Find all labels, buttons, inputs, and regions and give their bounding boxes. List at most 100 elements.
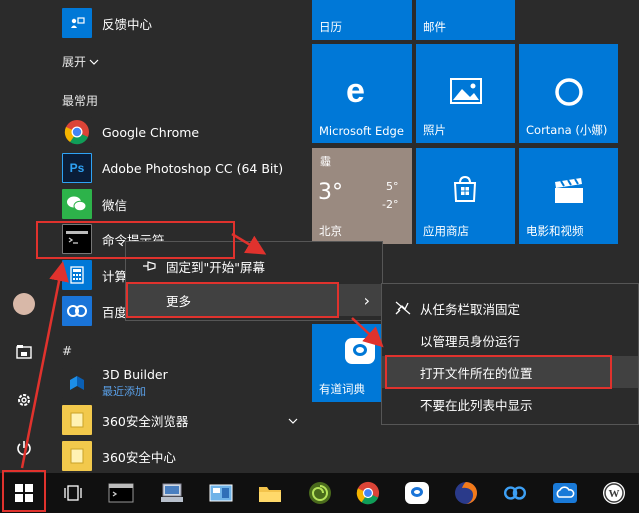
list-item-chrome[interactable]: Google Chrome: [62, 115, 302, 149]
app-label: 百度: [102, 304, 128, 320]
tile-label: 电影和视频: [526, 224, 584, 238]
app-label-wrap: 3D Builder 最近添加: [102, 367, 168, 399]
tile-edge[interactable]: e Microsoft Edge: [312, 44, 412, 143]
power-button[interactable]: [6, 432, 42, 464]
list-item-360-browser[interactable]: 360安全浏览器: [62, 403, 302, 437]
feedback-icon: [62, 8, 92, 38]
folder-icon: [62, 405, 92, 435]
wechat-icon: [62, 189, 92, 219]
list-item-wechat[interactable]: 微信: [62, 187, 302, 221]
tile-photos[interactable]: 照片: [416, 44, 515, 143]
highlight-box-more: [126, 282, 339, 318]
wordpress-icon: W: [603, 482, 625, 504]
app-label: 360安全中心: [102, 449, 176, 465]
folder-icon: [259, 487, 281, 502]
settings-button[interactable]: [6, 384, 42, 416]
tile-label: 有道词典: [319, 382, 365, 396]
edge-icon: e: [346, 72, 365, 110]
avatar: [13, 293, 35, 315]
chrome-icon: [356, 481, 380, 505]
baidu-cloud-icon: [62, 296, 92, 326]
highlight-box-open-location: [385, 355, 612, 389]
task-view-icon: [64, 485, 82, 501]
taskbar-control-panel[interactable]: [204, 477, 238, 509]
taskbar-cmd[interactable]: [104, 477, 138, 509]
list-item-photoshop[interactable]: Ps Adobe Photoshop CC (64 Bit): [62, 151, 302, 185]
cloud-icon: [553, 483, 577, 503]
taskbar-computer[interactable]: [155, 477, 189, 509]
taskbar-app-green[interactable]: [303, 477, 337, 509]
app-label: 微信: [102, 197, 128, 213]
tile-cortana[interactable]: Cortana (小娜): [519, 44, 618, 143]
cortana-icon: [555, 78, 583, 106]
expand-label: 展开: [62, 55, 87, 69]
recently-added-label: 最近添加: [102, 385, 146, 398]
tile-label: 照片: [423, 123, 446, 137]
youdao-icon: [345, 338, 375, 364]
menu-item-label: 从任务栏取消固定: [420, 301, 521, 317]
taskbar: W: [0, 473, 639, 513]
control-panel-icon: [209, 484, 233, 502]
file-explorer-button[interactable]: [6, 336, 42, 368]
menu-item-label: 固定到"开始"屏幕: [166, 259, 265, 275]
app-label: Google Chrome: [102, 124, 200, 140]
folder-icon: [62, 441, 92, 471]
app-label: 360安全浏览器: [102, 413, 189, 429]
photoshop-icon: Ps: [62, 153, 92, 183]
taskbar-wordpress[interactable]: W: [597, 477, 631, 509]
weather-high: 5°: [386, 180, 399, 193]
section-hash: #: [62, 344, 73, 358]
taskbar-youdao[interactable]: [400, 477, 434, 509]
submenu: 从任务栏取消固定 以管理员身份运行 打开文件所在的位置 不要在此列表中显示: [381, 283, 639, 425]
tile-label: 应用商店: [423, 224, 469, 238]
user-avatar[interactable]: [6, 288, 42, 320]
taskbar-explorer[interactable]: [253, 477, 287, 509]
tile-calendar[interactable]: 日历: [312, 0, 412, 40]
tile-label: 邮件: [423, 20, 446, 34]
taskbar-firefox[interactable]: [449, 477, 483, 509]
menu-item-hide-list[interactable]: 不要在此列表中显示: [382, 388, 638, 420]
youdao-icon: [405, 482, 429, 504]
menu-item-label: 以管理员身份运行: [420, 333, 521, 349]
movies-icon: [555, 178, 583, 203]
app-label: 3D Builder: [102, 367, 168, 382]
expand-button[interactable]: 展开: [62, 53, 99, 70]
tile-mail[interactable]: 邮件: [416, 0, 515, 40]
computer-icon: [161, 483, 183, 502]
highlight-box-cmd: [36, 221, 235, 259]
weather-low: -2°: [382, 198, 399, 211]
file-explorer-icon: [16, 345, 32, 359]
menu-item-label: 不要在此列表中显示: [420, 397, 533, 413]
taskbar-baidu[interactable]: [498, 477, 532, 509]
taskbar-chrome[interactable]: [351, 477, 385, 509]
weather-condition: 霾: [320, 155, 331, 168]
taskbar-cloud[interactable]: [548, 477, 582, 509]
task-view-button[interactable]: [56, 477, 90, 509]
menu-item-unpin-taskbar[interactable]: 从任务栏取消固定: [382, 292, 638, 324]
list-item-360-security[interactable]: 360安全中心: [62, 439, 302, 473]
tile-label: Cortana (小娜): [526, 123, 608, 137]
power-icon: [17, 441, 31, 456]
command-prompt-icon: [108, 483, 134, 503]
gear-icon: [18, 394, 30, 406]
weather-temp: 3°: [318, 180, 343, 205]
store-icon: [453, 175, 477, 202]
list-item-feedback[interactable]: 反馈中心: [62, 6, 302, 40]
list-item-3d-builder[interactable]: 3D Builder 最近添加: [62, 366, 302, 400]
tile-store[interactable]: 应用商店: [416, 148, 515, 244]
tile-movies[interactable]: 电影和视频: [519, 148, 618, 244]
app-label: Adobe Photoshop CC (64 Bit): [102, 160, 284, 176]
feedback-label: 反馈中心: [102, 16, 153, 32]
3d-builder-icon: [62, 368, 92, 398]
pin-icon: [143, 261, 156, 271]
spiral-app-icon: [309, 482, 331, 504]
tile-label: 日历: [319, 20, 342, 34]
chevron-down-icon: [288, 418, 298, 424]
chevron-right-icon: ›: [363, 290, 370, 310]
menu-item-run-admin[interactable]: 以管理员身份运行: [382, 324, 638, 356]
tile-youdao[interactable]: 有道词典: [312, 324, 382, 402]
unpin-icon: [395, 301, 411, 315]
highlight-box-start: [2, 470, 46, 512]
firefox-icon: [455, 482, 477, 504]
tile-weather[interactable]: 霾 3° 5° -2° 北京: [312, 148, 412, 244]
